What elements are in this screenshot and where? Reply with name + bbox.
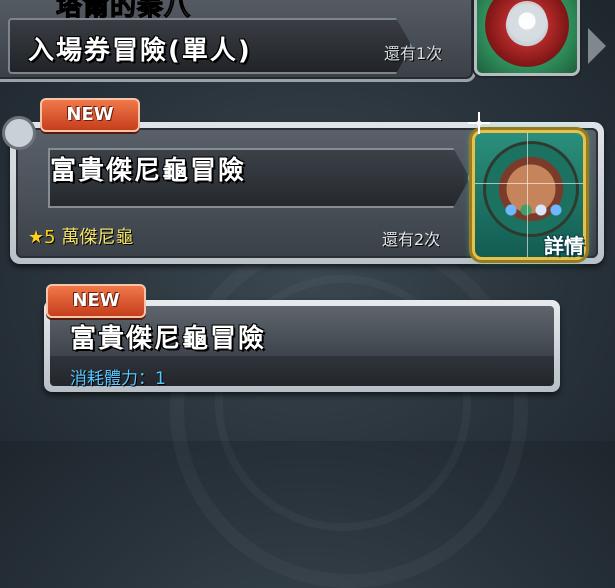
reward-star-rank: ★5 (28, 227, 56, 248)
portrait-face (483, 141, 579, 237)
new-badge: NEW (40, 98, 140, 132)
stage-card-title: 富貴傑尼龜冒險 (70, 324, 267, 354)
portrait-gridline-v (527, 133, 528, 257)
quest-reward-label: ★5 萬傑尼龜 (28, 223, 133, 249)
reward-monster-name: 萬傑尼龜 (61, 227, 134, 248)
quest-card-ticket-remaining: 還有1次 (384, 44, 443, 63)
sparkle-icon (468, 112, 490, 134)
portrait-gridline-h (475, 183, 583, 184)
scroll-right-arrow-icon (588, 28, 606, 64)
quest-card-squirtle-title: 富貴傑尼龜冒險 (50, 156, 247, 186)
quest-card-squirtle-remaining: 還有2次 (382, 230, 441, 249)
stage-stamina-cost: 消耗體力：1 (70, 369, 166, 389)
portrait-detail (507, 1, 547, 41)
detail-button[interactable]: 詳情 (544, 230, 584, 259)
portrait-beads (505, 203, 565, 217)
bolt-icon (2, 116, 36, 150)
quest-card-ticket-title: 入場券冒險(單人) (28, 36, 252, 66)
new-badge: NEW (46, 284, 146, 318)
monster-portrait-icon[interactable] (474, 0, 580, 76)
